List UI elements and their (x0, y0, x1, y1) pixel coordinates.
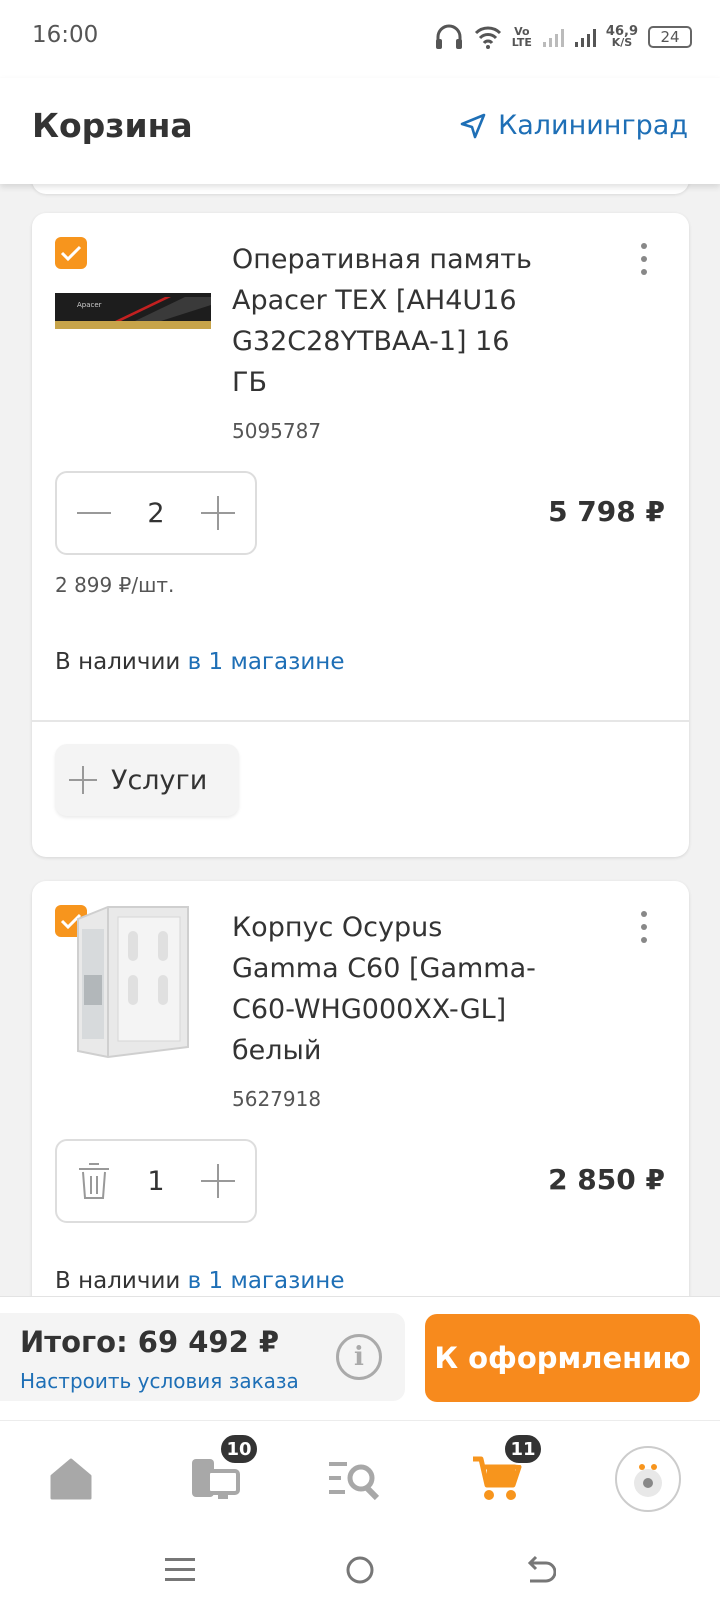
trash-icon (79, 1163, 109, 1199)
profile-avatar-icon (615, 1446, 681, 1512)
catalog-search-icon (329, 1462, 380, 1501)
nav-compare[interactable]: 10 (173, 1433, 259, 1519)
divider (32, 720, 689, 722)
page-title: Корзина (32, 106, 193, 145)
recents-button[interactable] (158, 1548, 202, 1592)
quantity-stepper: 1 (55, 1139, 257, 1223)
decrease-button[interactable] (75, 494, 113, 532)
city-name: Калининград (498, 110, 688, 141)
cart-item: Apacer Оперативная память Apacer TEX [AH… (32, 213, 689, 857)
quantity-value: 1 (147, 1165, 165, 1197)
system-navigation (0, 1528, 720, 1612)
quantity-value: 2 (147, 497, 165, 529)
location-arrow-icon (460, 113, 486, 138)
delete-button[interactable] (75, 1162, 113, 1200)
services-button[interactable]: Услуги (55, 744, 239, 816)
increase-button[interactable] (199, 1162, 237, 1200)
nav-catalog[interactable] (315, 1439, 395, 1519)
minus-icon (77, 512, 111, 514)
back-button[interactable] (518, 1548, 562, 1592)
status-bar: 16:00 Vo LTE 46,9 K/S 24 (0, 0, 720, 78)
headphones-icon (435, 24, 462, 49)
order-settings-link[interactable]: Настроить условия заказа (20, 1369, 299, 1393)
store-availability-link[interactable]: в 1 магазине (188, 649, 345, 675)
availability-prefix: В наличии (55, 1268, 181, 1294)
availability-prefix: В наличии (55, 649, 181, 675)
item-price: 2 850 ₽ (548, 1163, 665, 1196)
cart-badge: 11 (503, 1433, 543, 1465)
status-icons: Vo LTE 46,9 K/S 24 (434, 20, 692, 54)
wifi-icon (474, 26, 501, 49)
product-name[interactable]: Оперативная память Apacer TEX [AH4U16 G3… (232, 239, 542, 403)
bottom-navigation: 10 11 (0, 1420, 720, 1528)
city-selector[interactable]: Калининград (460, 110, 688, 141)
battery-indicator: 24 (648, 26, 692, 48)
product-code: 5095787 (232, 419, 322, 443)
cart-list[interactable]: Apacer Оперативная память Apacer TEX [AH… (0, 184, 720, 1296)
availability-text: В наличии в 1 магазине (55, 649, 344, 675)
home-circle-icon (346, 1556, 374, 1584)
back-icon (527, 1555, 556, 1583)
home-icon (50, 1458, 92, 1500)
checkout-button[interactable]: К оформлению (425, 1314, 700, 1402)
item-checkbox[interactable] (55, 237, 87, 269)
quantity-stepper: 2 (55, 471, 257, 555)
home-button[interactable] (338, 1548, 382, 1592)
unit-price: 2 899 ₽/шт. (55, 573, 175, 597)
info-icon[interactable]: i (336, 1334, 382, 1380)
item-price: 5 798 ₽ (548, 495, 665, 528)
more-options-icon[interactable] (641, 911, 649, 943)
plus-icon (201, 1164, 235, 1198)
page-header: Корзина Калининград (0, 78, 720, 184)
increase-button[interactable] (199, 494, 237, 532)
product-name[interactable]: Корпус Ocypus Gamma C60 [Gamma-C60-WHG00… (232, 907, 542, 1071)
plus-icon (201, 496, 235, 530)
total-panel: Итого: 69 492 ₽ Настроить условия заказа… (0, 1313, 405, 1401)
pc-case-image[interactable] (68, 905, 198, 1065)
menu-icon (165, 1558, 195, 1581)
store-availability-link[interactable]: в 1 магазине (188, 1268, 345, 1294)
check-icon (60, 245, 82, 262)
compare-badge: 10 (219, 1433, 259, 1465)
network-type: Vo LTE (511, 25, 532, 49)
checkout-bar: Итого: 69 492 ₽ Настроить условия заказа… (0, 1296, 720, 1420)
more-options-icon[interactable] (641, 243, 649, 275)
previous-card-edge (32, 184, 689, 194)
total-amount: Итого: 69 492 ₽ (20, 1325, 280, 1359)
svg-text:Apacer: Apacer (77, 301, 102, 309)
network-speed: 46,9 K/S (606, 25, 638, 48)
signal-strong-icon (574, 29, 596, 47)
availability-text: В наличии в 1 магазине (55, 1268, 344, 1294)
nav-cart[interactable]: 11 (457, 1433, 543, 1519)
services-label: Услуги (111, 764, 208, 796)
cart-item: Корпус Ocypus Gamma C60 [Gamma-C60-WHG00… (32, 881, 689, 1296)
status-time: 16:00 (32, 22, 99, 48)
nav-home[interactable] (31, 1439, 111, 1519)
plus-icon (69, 766, 97, 794)
signal-weak-icon (542, 29, 564, 47)
product-code: 5627918 (232, 1087, 322, 1111)
ram-module-image[interactable]: Apacer (55, 291, 217, 333)
nav-profile[interactable] (608, 1439, 688, 1519)
